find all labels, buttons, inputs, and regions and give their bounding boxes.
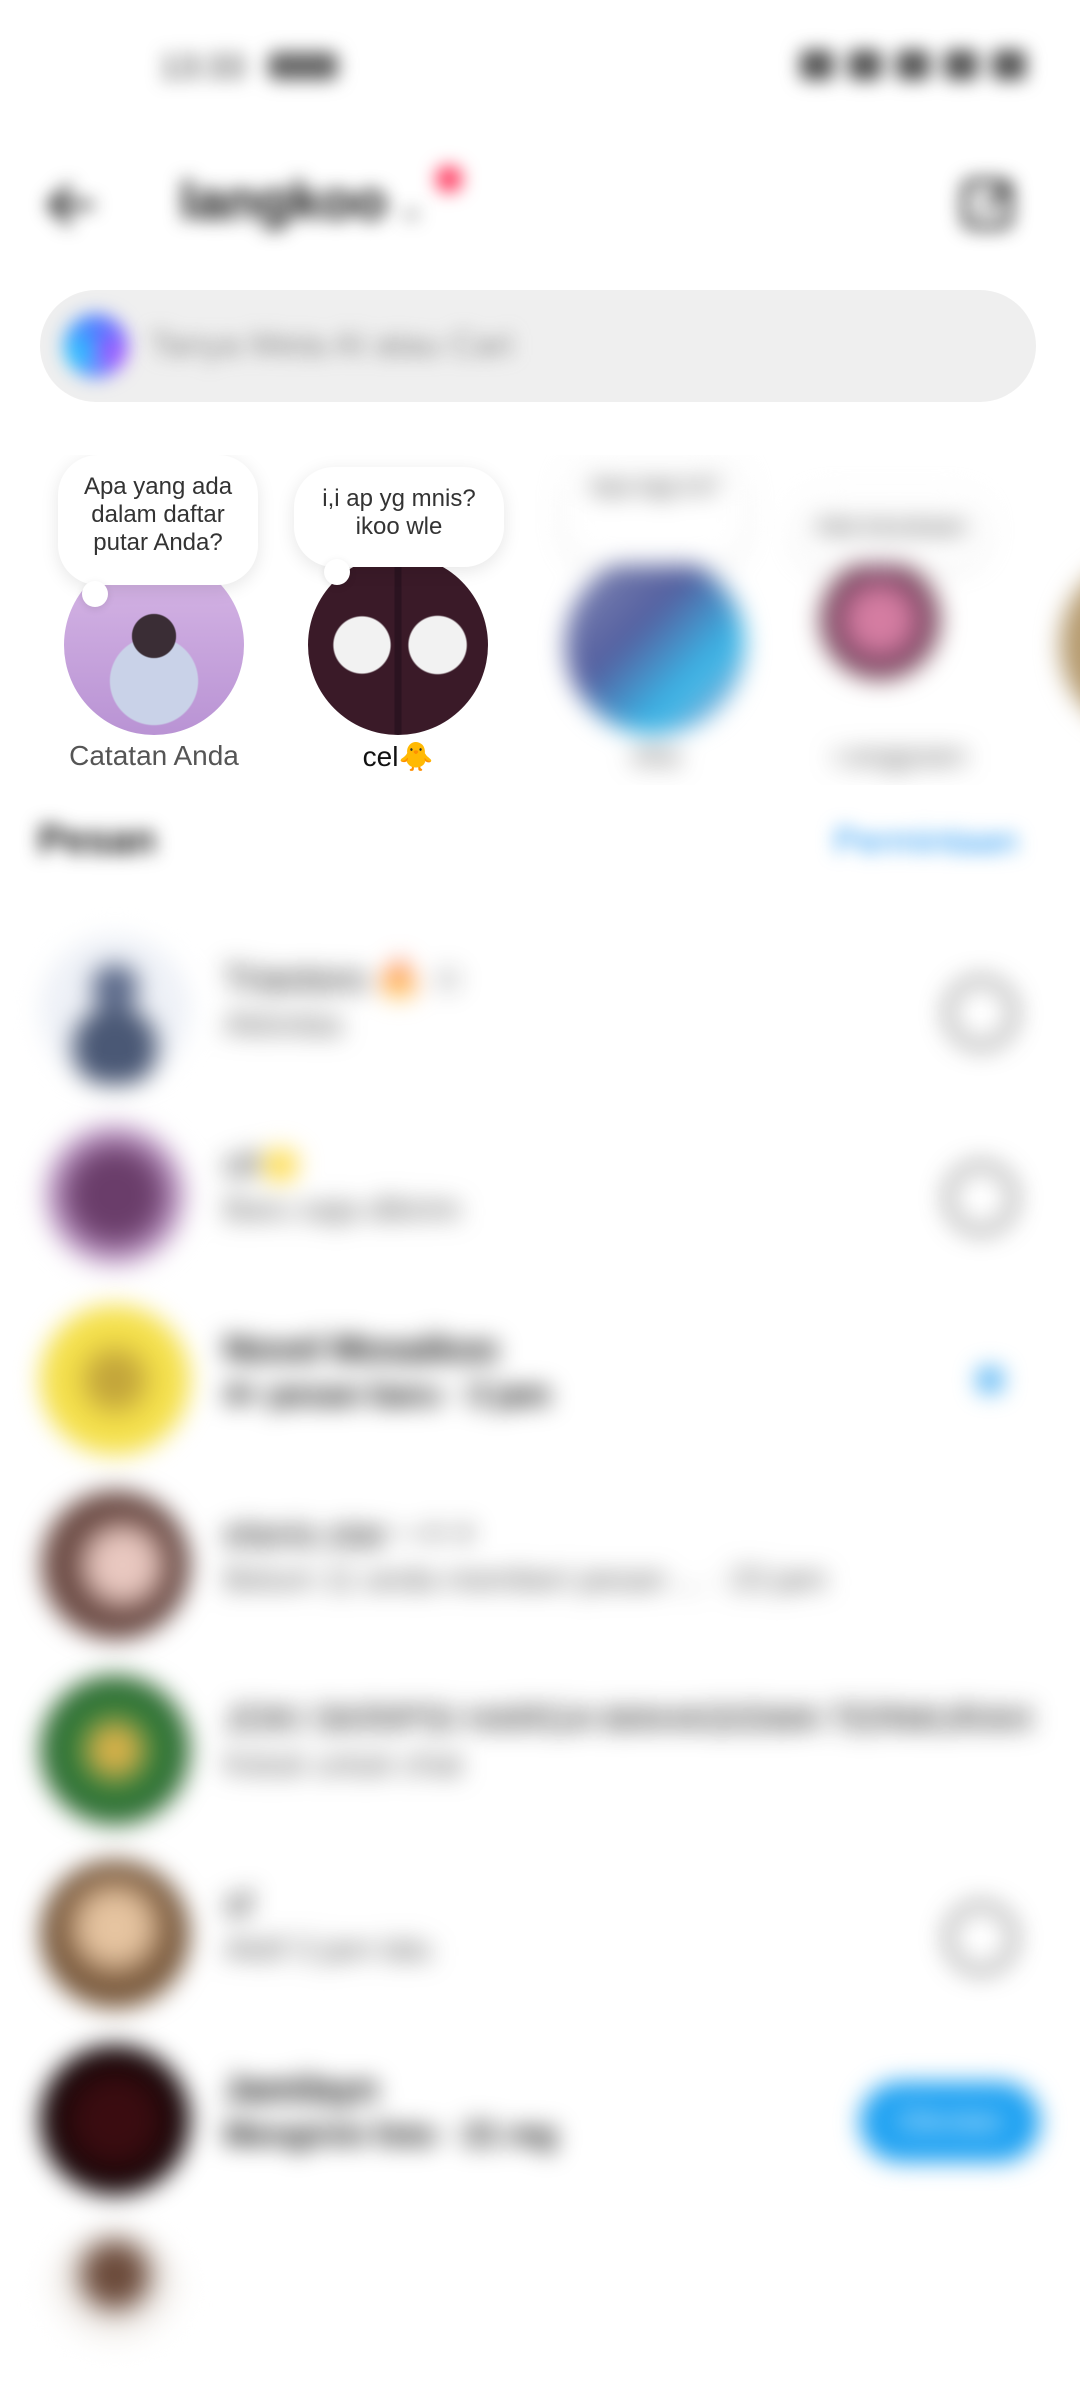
top-header: langkoo ⌄	[0, 140, 1080, 270]
back-button[interactable]	[36, 170, 106, 240]
conversation-preview: Baru saja dikirim	[224, 1191, 461, 1227]
meta-ai-icon[interactable]	[64, 314, 128, 378]
note-text: i,i ap yg mnis? ikoo wle	[322, 485, 476, 540]
search-bar[interactable]: Tanya Meta AI atau Cari	[40, 290, 1036, 402]
avatar[interactable]	[40, 935, 190, 1085]
note-bubble[interactable]: i,i ap yg mnis? ikoo wle	[294, 467, 504, 585]
conversation-name: Novel Mosaikoo	[224, 1328, 499, 1369]
list-item[interactable]: JOKI SKRIPSI HARGA MAHASISWA TERMURAH Ke…	[0, 1660, 1080, 1845]
note-bubble[interactable]: Apa yang ada dalam daftar putar Anda?	[58, 455, 258, 607]
conversation-name: cil🌟	[224, 1143, 303, 1184]
notification-icons	[268, 52, 338, 80]
signal-icon	[896, 50, 930, 80]
bubble-tail	[82, 581, 108, 607]
note-item-partial[interactable]	[1040, 455, 1080, 785]
note-bubble[interactable]: Apa lagi ini?	[565, 455, 745, 565]
requests-link[interactable]: Permintaan	[834, 820, 1018, 862]
status-time: 13:33	[160, 48, 246, 86]
note-text: Apa yang ada dalam daftar putar Anda?	[83, 473, 233, 556]
note-text: Ada kesukaan	[814, 513, 968, 540]
note-name: cel🐥	[362, 741, 434, 772]
messages-title: Pesan	[38, 818, 156, 862]
search-placeholder: Tanya Meta AI atau Cari	[150, 326, 513, 364]
signal-icon	[848, 50, 882, 80]
note-bubble[interactable]: Ada kesukaan	[796, 495, 986, 565]
bubble-tail	[324, 559, 350, 585]
note-item-self[interactable]: Apa yang ada dalam daftar putar Anda? Ca…	[44, 455, 264, 785]
camera-icon[interactable]	[946, 978, 1016, 1048]
avatar[interactable]	[40, 1305, 190, 1455]
conversation-preview: Belum 11 anda memberi pesan ... · 23 jam	[224, 1561, 827, 1597]
battery-icon	[992, 50, 1026, 80]
unread-indicator	[978, 1368, 1002, 1392]
note-item-cel[interactable]: i,i ap yg mnis? ikoo wle cel🐥	[288, 455, 508, 785]
conversation-name: JOKI SKRIPSI HARGA MAHASISWA TERMURAH	[224, 1698, 1033, 1739]
account-notification-dot	[436, 166, 462, 192]
wifi-icon	[800, 50, 834, 80]
avatar[interactable]	[40, 1675, 190, 1825]
note-item[interactable]: Ada kesukaan r.anggraen	[790, 455, 1010, 785]
list-item[interactable]: sf Aktif 3 jam lalu	[0, 1845, 1080, 2030]
account-switcher[interactable]: langkoo	[180, 170, 387, 232]
camera-icon[interactable]	[946, 1163, 1016, 1233]
avatar[interactable]	[565, 555, 745, 735]
new-message-icon	[962, 178, 1013, 230]
data-icon	[944, 50, 978, 80]
status-bar: 13:33	[0, 0, 1080, 140]
note-text: Apa lagi ini?	[589, 473, 721, 500]
list-item[interactable]: elanis.star ~✧✧ Belum 11 anda memberi pe…	[0, 1475, 1080, 1660]
conversation-preview: Ketuk untuk chat	[224, 1746, 463, 1782]
note-name: r.anggraen	[833, 740, 967, 771]
avatar[interactable]	[40, 2230, 190, 2380]
avatar[interactable]	[1060, 555, 1080, 735]
chevron-down-icon[interactable]: ⌄	[396, 186, 426, 228]
conversation-preview: Aktif 3 jam lalu	[224, 1931, 433, 1967]
avatar[interactable]	[40, 2045, 190, 2195]
list-item[interactable]: cil🌟 Baru saja dikirim	[0, 1105, 1080, 1290]
list-item[interactable]: Novel Mosaikoo 4+ pesan baru · 3 jam	[0, 1290, 1080, 1475]
system-icons	[716, 50, 1026, 82]
conversation-name: Triantoro 🔥 ☆	[224, 958, 464, 999]
avatar[interactable]	[40, 1120, 190, 1270]
conversation-name: Jamilayn	[224, 2068, 379, 2109]
conversation-preview: 4+ pesan baru · 3 jam	[224, 1376, 551, 1412]
conversation-preview: Aktivitas	[224, 1006, 344, 1042]
list-item-partial[interactable]	[0, 2215, 1080, 2400]
conversation-name: elanis.star ~✧✧	[224, 1513, 480, 1554]
list-item[interactable]: Triantoro 🔥 ☆ Aktivitas	[0, 920, 1080, 1105]
arrow-left-icon	[46, 184, 94, 226]
avatar[interactable]	[40, 1860, 190, 2010]
note-item[interactable]: Apa lagi ini? vika	[545, 455, 765, 785]
note-name: Catatan Anda	[69, 740, 239, 771]
note-name: vika	[630, 740, 680, 771]
avatar[interactable]	[40, 1490, 190, 1640]
new-message-button[interactable]	[950, 164, 1030, 244]
avatar[interactable]	[820, 560, 940, 680]
camera-icon[interactable]	[946, 1903, 1016, 1973]
list-item[interactable]: Jamilayn Mengirim foto · 21 mg Obrolan	[0, 2030, 1080, 2215]
notes-row: Apa yang ada dalam daftar putar Anda? Ca…	[0, 455, 1080, 785]
conversation-name: sf	[224, 1883, 253, 1924]
conversation-preview: Mengirim foto · 21 mg	[224, 2116, 557, 2152]
chat-button[interactable]: Obrolan	[860, 2082, 1040, 2162]
